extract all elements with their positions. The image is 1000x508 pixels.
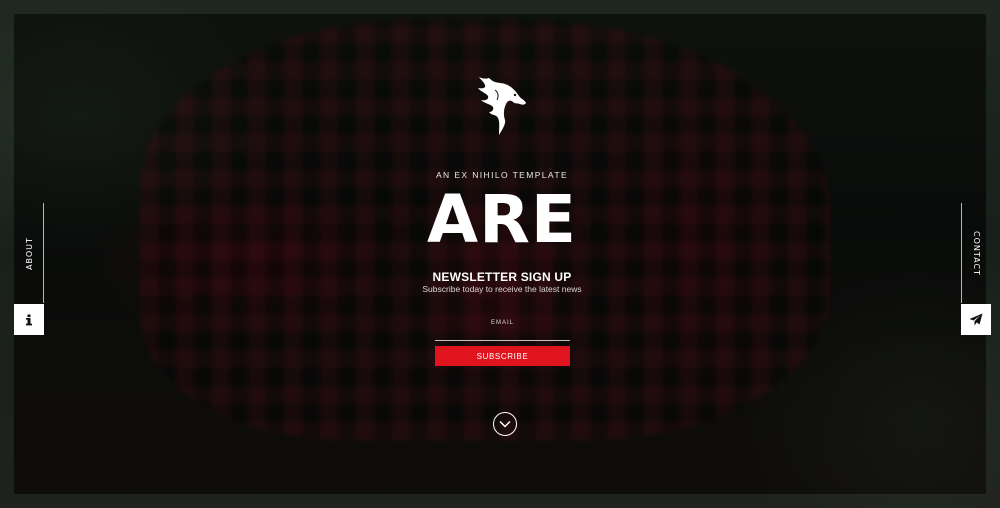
site-title: ARE [427, 181, 577, 258]
newsletter-subtitle: Subscribe today to receive the latest ne… [422, 284, 582, 294]
contact-tab[interactable]: CONTACT [961, 203, 991, 335]
brand-tagline: AN EX NIHILO TEMPLATE [435, 170, 569, 180]
contact-tab-label[interactable]: CONTACT [972, 231, 981, 276]
about-button[interactable] [14, 304, 44, 335]
contact-tab-label-wrap: CONTACT [961, 223, 991, 283]
chevron-down-icon [499, 420, 511, 428]
newsletter-title: NEWSLETTER SIGN UP [432, 270, 572, 284]
about-tab-label[interactable]: ABOUT [25, 237, 34, 270]
info-icon [26, 314, 32, 325]
horse-logo-icon [478, 77, 526, 135]
scroll-down-button[interactable] [493, 412, 517, 436]
about-tab-label-wrap: ABOUT [14, 223, 44, 283]
email-label: EMAIL [490, 320, 514, 326]
email-field[interactable] [435, 328, 570, 341]
subscribe-button[interactable]: SUBSCRIBE [435, 346, 570, 366]
paper-plane-icon [969, 313, 983, 326]
contact-button[interactable] [961, 304, 991, 335]
about-tab[interactable]: ABOUT [14, 203, 44, 335]
